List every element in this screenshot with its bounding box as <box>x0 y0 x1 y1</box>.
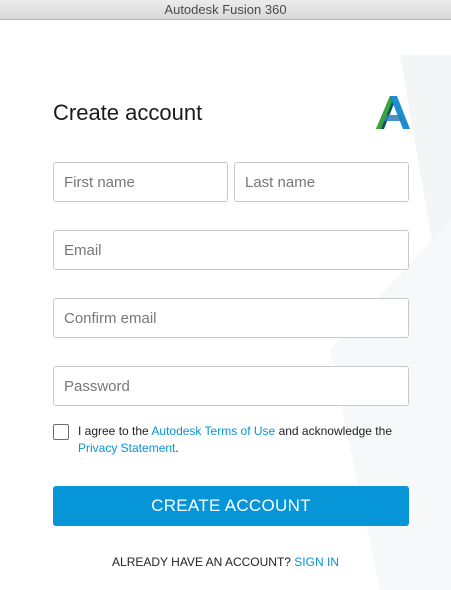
terms-checkbox[interactable] <box>53 424 69 440</box>
terms-of-use-link[interactable]: Autodesk Terms of Use <box>151 424 275 438</box>
window-titlebar: Autodesk Fusion 360 <box>0 0 451 20</box>
sign-in-link[interactable]: SIGN IN <box>294 555 339 569</box>
create-account-panel: Create account I agree to the Autodesk T… <box>0 20 451 590</box>
terms-agreement-text: I agree to the Autodesk Terms of Use and… <box>78 423 413 457</box>
page-title: Create account <box>53 100 203 125</box>
last-name-input[interactable] <box>234 162 409 202</box>
first-name-input[interactable] <box>53 162 228 202</box>
privacy-statement-link[interactable]: Privacy Statement <box>78 441 175 455</box>
email-input[interactable] <box>53 230 409 270</box>
window-title: Autodesk Fusion 360 <box>164 2 287 17</box>
agree-prefix-text: I agree to the <box>78 424 152 438</box>
autodesk-logo-icon <box>376 96 410 129</box>
confirm-email-input[interactable] <box>53 298 409 338</box>
create-account-button[interactable]: CREATE ACCOUNT <box>53 486 409 526</box>
password-input[interactable] <box>53 366 409 406</box>
have-account-text: ALREADY HAVE AN ACCOUNT? <box>112 555 295 569</box>
sign-in-prompt: ALREADY HAVE AN ACCOUNT? SIGN IN <box>0 555 451 569</box>
agree-suffix-text: . <box>175 441 179 455</box>
agree-middle-text: and acknowledge the <box>275 424 392 438</box>
